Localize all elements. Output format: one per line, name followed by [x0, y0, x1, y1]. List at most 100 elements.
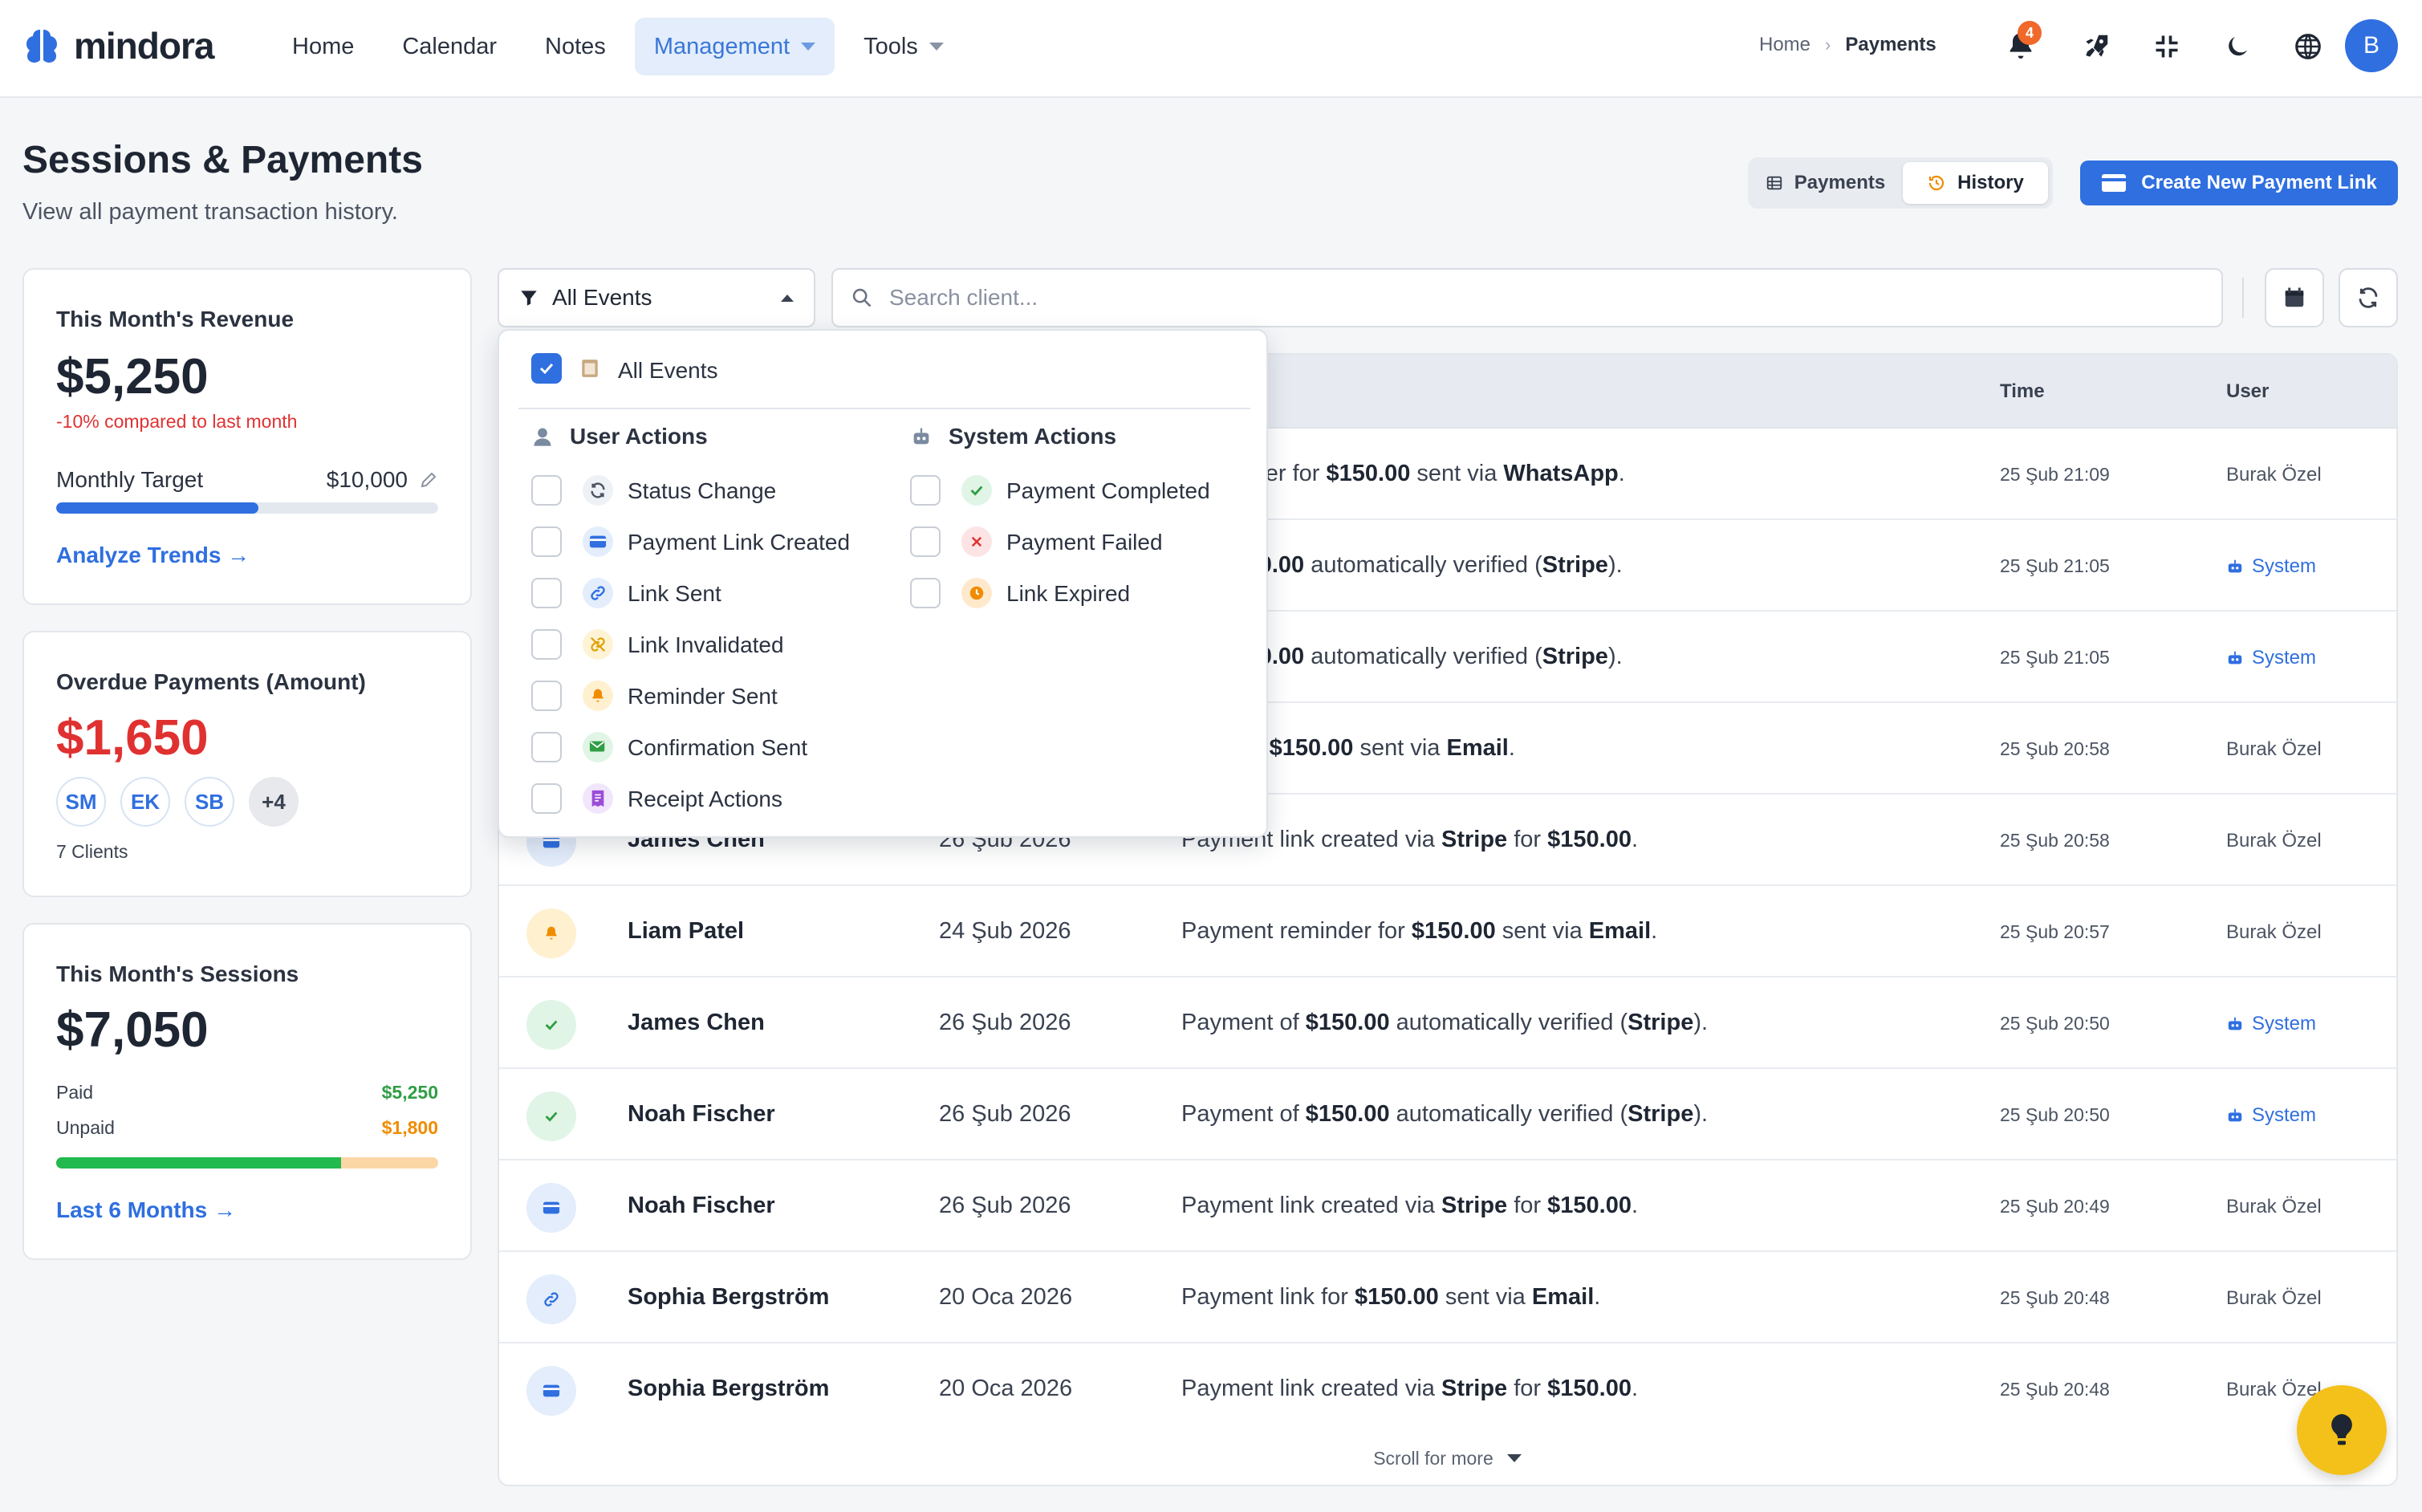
- all-events-checkbox[interactable]: [531, 353, 562, 384]
- user-action-label[interactable]: Receipt Actions: [628, 786, 782, 812]
- link-off-icon: [583, 629, 613, 660]
- user-action-checkbox[interactable]: [531, 732, 562, 762]
- row-client[interactable]: Sophia Bergström: [628, 1376, 829, 1402]
- user-action-checkbox[interactable]: [531, 629, 562, 660]
- scroll-for-more[interactable]: Scroll for more: [499, 1432, 2396, 1485]
- system-action-checkbox[interactable]: [910, 526, 941, 557]
- row-description-text: automatically verified (: [1389, 1101, 1628, 1127]
- client-chip[interactable]: SM: [56, 777, 106, 827]
- target-value: $10,000: [326, 467, 408, 492]
- system-action-label[interactable]: Payment Failed: [1006, 530, 1163, 555]
- dark-mode-toggle[interactable]: [2215, 24, 2260, 69]
- user-actions-heading: User Actions: [570, 424, 708, 449]
- event-filter-button[interactable]: All Events: [498, 268, 815, 327]
- tab-payments[interactable]: Payments: [1753, 162, 1898, 204]
- breadcrumb-home[interactable]: Home: [1759, 34, 1810, 56]
- client-chip[interactable]: EK: [120, 777, 170, 827]
- table-row[interactable]: Noah Fischer 26 Şub 2026 Payment link crea…: [499, 1160, 2396, 1252]
- user-action-label[interactable]: Status Change: [628, 478, 776, 504]
- row-user: Burak Özel: [2226, 1287, 2322, 1310]
- row-time: 25 Şub 20:48: [2000, 1287, 2110, 1308]
- row-description: Payment link created via Stripe for $150…: [1181, 1376, 1638, 1402]
- row-description-text: .: [1594, 1284, 1601, 1310]
- row-client[interactable]: James Chen: [628, 1010, 765, 1036]
- nav-tools[interactable]: Tools: [844, 18, 963, 75]
- row-client[interactable]: Sophia Bergström: [628, 1284, 829, 1311]
- row-description-text: for: [1507, 1193, 1548, 1218]
- row-description-text: ).: [1607, 552, 1623, 578]
- row-client[interactable]: Liam Patel: [628, 918, 744, 945]
- row-description-emphasis: $150.00: [1269, 735, 1354, 761]
- row-description-text: Payment link created via: [1181, 1193, 1441, 1218]
- analyze-trends-link[interactable]: Analyze Trends →: [56, 543, 250, 568]
- system-action-label[interactable]: Payment Completed: [1006, 478, 1210, 504]
- user-action-checkbox[interactable]: [531, 526, 562, 557]
- user-action-checkbox[interactable]: [531, 681, 562, 711]
- row-description-text: ).: [1607, 644, 1623, 669]
- page-title: Sessions & Payments: [22, 139, 423, 181]
- table-row[interactable]: Sophia Bergström 20 Oca 2026 Payment link …: [499, 1252, 2396, 1343]
- row-date: 26 Şub 2026: [939, 1193, 1071, 1218]
- more-clients-chip[interactable]: +4: [249, 777, 299, 827]
- table-row[interactable]: Noah Fischer 26 Şub 2026 Payment of $150.0…: [499, 1069, 2396, 1160]
- row-user: Burak Özel: [2226, 1196, 2322, 1218]
- client-chip[interactable]: SB: [185, 777, 234, 827]
- create-payment-link-button[interactable]: Create New Payment Link: [2080, 161, 2398, 205]
- logo[interactable]: mindora: [21, 22, 214, 69]
- launch-button[interactable]: [2074, 24, 2119, 69]
- row-user: Burak Özel: [2226, 830, 2322, 852]
- system-action-checkbox[interactable]: [910, 475, 941, 506]
- user-action-checkbox[interactable]: [531, 475, 562, 506]
- target-value-group: $10,000: [327, 467, 438, 493]
- robot-icon: [2228, 651, 2242, 665]
- card-icon: [583, 526, 613, 557]
- table-row[interactable]: Sophia Bergström 20 Oca 2026 Payment link …: [499, 1343, 2396, 1435]
- user-action-checkbox[interactable]: [531, 578, 562, 608]
- system-action-checkbox[interactable]: [910, 578, 941, 608]
- table-row[interactable]: Liam Patel 24 Şub 2026 Payment reminder fo…: [499, 886, 2396, 978]
- search-input[interactable]: Search client...: [831, 268, 2223, 327]
- unpaid-label: Unpaid: [56, 1117, 115, 1138]
- row-description: Payment reminder for $150.00 sent via Em…: [1181, 918, 1657, 945]
- date-picker-button[interactable]: [2265, 268, 2324, 327]
- row-time: 25 Şub 20:58: [2000, 830, 2110, 851]
- row-description-text: for: [1507, 1376, 1548, 1401]
- table-row[interactable]: James Chen 26 Şub 2026 Payment of $150.00 …: [499, 978, 2396, 1069]
- mail-check-icon: [583, 732, 613, 762]
- notifications-button[interactable]: 4: [1998, 21, 2043, 69]
- user-action-label[interactable]: Link Sent: [628, 581, 721, 607]
- user-action-label[interactable]: Reminder Sent: [628, 684, 778, 709]
- fullscreen-exit-button[interactable]: [2144, 24, 2189, 69]
- row-description-text: Payment reminder for: [1181, 918, 1412, 944]
- last-6-months-link[interactable]: Last 6 Months →: [56, 1197, 236, 1223]
- x-icon: [961, 526, 992, 557]
- revenue-change: -10% compared to last month: [56, 411, 298, 432]
- row-description-emphasis: $150.00: [1305, 1101, 1390, 1127]
- row-description: Payment of $150.00 automatically verifie…: [1181, 1101, 1708, 1128]
- check-icon: [526, 1000, 576, 1050]
- pencil-icon[interactable]: [419, 470, 438, 490]
- user-action-checkbox[interactable]: [531, 783, 562, 814]
- user-avatar[interactable]: B: [2345, 19, 2398, 72]
- row-client[interactable]: Noah Fischer: [628, 1193, 775, 1219]
- tab-history[interactable]: History: [1903, 162, 2048, 204]
- tips-button[interactable]: [2297, 1385, 2387, 1475]
- language-button[interactable]: [2286, 24, 2331, 69]
- system-action-label[interactable]: Link Expired: [1006, 581, 1130, 607]
- link-icon: [583, 578, 613, 608]
- nav-home[interactable]: Home: [273, 18, 373, 75]
- user-action-label[interactable]: Link Invalidated: [628, 632, 784, 658]
- all-events-label: All Events: [618, 358, 718, 383]
- user-action-label[interactable]: Confirmation Sent: [628, 735, 807, 761]
- row-user-name: Burak Özel: [2226, 830, 2322, 852]
- nav-notes[interactable]: Notes: [526, 18, 625, 75]
- nav-home-label: Home: [292, 33, 355, 59]
- row-user-name: Burak Özel: [2226, 921, 2322, 943]
- row-user-name: System: [2252, 1013, 2317, 1034]
- nav-management[interactable]: Management: [634, 18, 835, 75]
- refresh-button[interactable]: [2339, 268, 2398, 327]
- target-progress-fill: [56, 502, 259, 514]
- nav-calendar[interactable]: Calendar: [383, 18, 516, 75]
- user-action-label[interactable]: Payment Link Created: [628, 530, 850, 555]
- row-client[interactable]: Noah Fischer: [628, 1101, 775, 1128]
